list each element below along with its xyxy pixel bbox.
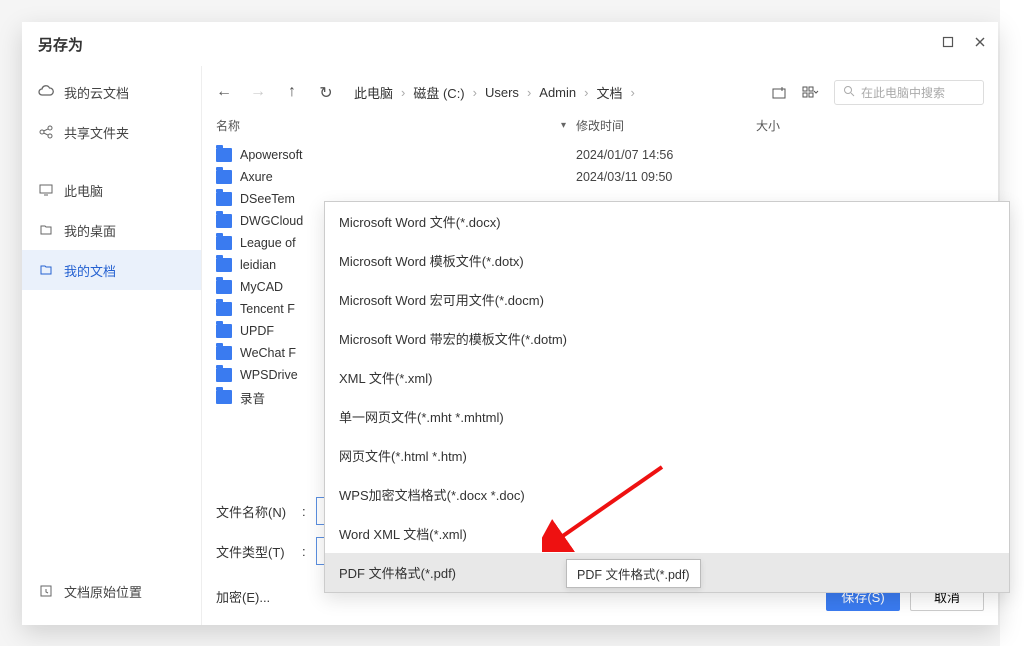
toolbar: ← → ↑ ↻ 此电脑› 磁盘 (C:)› Users› Admin› 文档›: [202, 66, 998, 117]
folder-icon: [216, 324, 232, 338]
maximize-icon[interactable]: [942, 35, 954, 53]
up-icon[interactable]: ↑: [284, 83, 300, 103]
filetype-option[interactable]: Word XML 文档(*.xml): [325, 514, 1009, 553]
pc-icon: [38, 182, 54, 198]
folder-icon: [216, 390, 232, 404]
folder-icon: [38, 262, 54, 278]
titlebar: 另存为: [22, 22, 998, 66]
dialog-title: 另存为: [38, 34, 83, 55]
col-header-mtime[interactable]: 修改时间: [576, 117, 756, 134]
filetype-option[interactable]: XML 文件(*.xml): [325, 358, 1009, 397]
desktop-icon: [38, 222, 54, 238]
filetype-label: 文件类型(T): [216, 542, 292, 561]
crumb[interactable]: 此电脑: [350, 81, 397, 104]
sidebar-item-shared[interactable]: 共享文件夹: [22, 112, 201, 152]
file-name: Apowersoft: [240, 148, 576, 162]
filetype-option[interactable]: 网页文件(*.html *.htm): [325, 436, 1009, 475]
sidebar-item-label: 我的文档: [64, 261, 116, 280]
tooltip: PDF 文件格式(*.pdf): [566, 559, 701, 588]
breadcrumb[interactable]: 此电脑› 磁盘 (C:)› Users› Admin› 文档›: [350, 81, 635, 104]
folder-icon: [216, 302, 232, 316]
filename-label: 文件名称(N): [216, 502, 292, 521]
crumb[interactable]: Admin: [535, 83, 580, 102]
col-header-size[interactable]: 大小: [756, 117, 856, 134]
forward-icon[interactable]: →: [250, 83, 266, 103]
folder-icon: [216, 346, 232, 360]
cloud-icon: [38, 84, 54, 100]
folder-icon: [216, 280, 232, 294]
share-icon: [38, 124, 54, 140]
table-row[interactable]: Apowersoft2024/01/07 14:56: [216, 144, 984, 166]
col-header-name[interactable]: 名称▾: [216, 117, 576, 134]
table-row[interactable]: Axure2024/03/11 09:50: [216, 166, 984, 188]
search-icon: [843, 85, 855, 100]
file-name: Axure: [240, 170, 576, 184]
file-mtime: 2024/03/11 09:50: [576, 170, 756, 184]
folder-icon: [216, 148, 232, 162]
close-icon[interactable]: [974, 35, 986, 53]
filetype-option[interactable]: Microsoft Word 文件(*.docx): [325, 202, 1009, 241]
filetype-option[interactable]: 单一网页文件(*.mht *.mhtml): [325, 397, 1009, 436]
sidebar-item-desktop[interactable]: 我的桌面: [22, 210, 201, 250]
file-mtime: 2024/01/07 14:56: [576, 148, 756, 162]
save-as-dialog: 另存为 我的云文档 共享文件夹 此电脑: [22, 22, 998, 625]
crumb[interactable]: 文档: [592, 81, 626, 104]
sidebar-item-documents[interactable]: 我的文档: [22, 250, 201, 290]
sidebar-item-label: 我的云文档: [64, 83, 129, 102]
filetype-options-popup: Microsoft Word 文件(*.docx)Microsoft Word …: [324, 201, 1010, 593]
view-mode-icon[interactable]: [802, 84, 820, 102]
crumb[interactable]: 磁盘 (C:): [409, 81, 468, 104]
back-icon[interactable]: ←: [216, 83, 232, 103]
folder-icon: [216, 236, 232, 250]
sidebar-item-cloud-docs[interactable]: 我的云文档: [22, 72, 201, 112]
crumb[interactable]: Users: [481, 83, 523, 102]
filetype-option[interactable]: Microsoft Word 宏可用文件(*.docm): [325, 280, 1009, 319]
folder-icon: [216, 258, 232, 272]
sidebar-item-original-location[interactable]: 文档原始位置: [22, 571, 202, 611]
filetype-option[interactable]: Microsoft Word 带宏的模板文件(*.dotm): [325, 319, 1009, 358]
search-box[interactable]: [834, 80, 984, 105]
search-input[interactable]: [861, 86, 975, 100]
folder-icon: [216, 192, 232, 206]
sort-arrow-icon: ▾: [561, 120, 566, 131]
filetype-option[interactable]: Microsoft Word 模板文件(*.dotx): [325, 241, 1009, 280]
sidebar: 我的云文档 共享文件夹 此电脑 我的桌面 我的文档 文档原始位: [22, 66, 202, 625]
restore-icon: [38, 583, 54, 599]
sidebar-item-label: 我的桌面: [64, 221, 116, 240]
sidebar-item-label: 文档原始位置: [64, 582, 142, 601]
refresh-icon[interactable]: ↻: [318, 83, 334, 103]
list-header: 名称▾ 修改时间 大小: [202, 117, 998, 140]
sidebar-item-label: 共享文件夹: [64, 123, 129, 142]
filetype-option[interactable]: WPS加密文档格式(*.docx *.doc): [325, 475, 1009, 514]
folder-icon: [216, 170, 232, 184]
folder-icon: [216, 214, 232, 228]
sidebar-item-this-pc[interactable]: 此电脑: [22, 170, 201, 210]
encrypt-link[interactable]: 加密(E)...: [216, 587, 270, 606]
folder-icon: [216, 368, 232, 382]
new-folder-icon[interactable]: [770, 84, 788, 102]
sidebar-item-label: 此电脑: [64, 181, 103, 200]
